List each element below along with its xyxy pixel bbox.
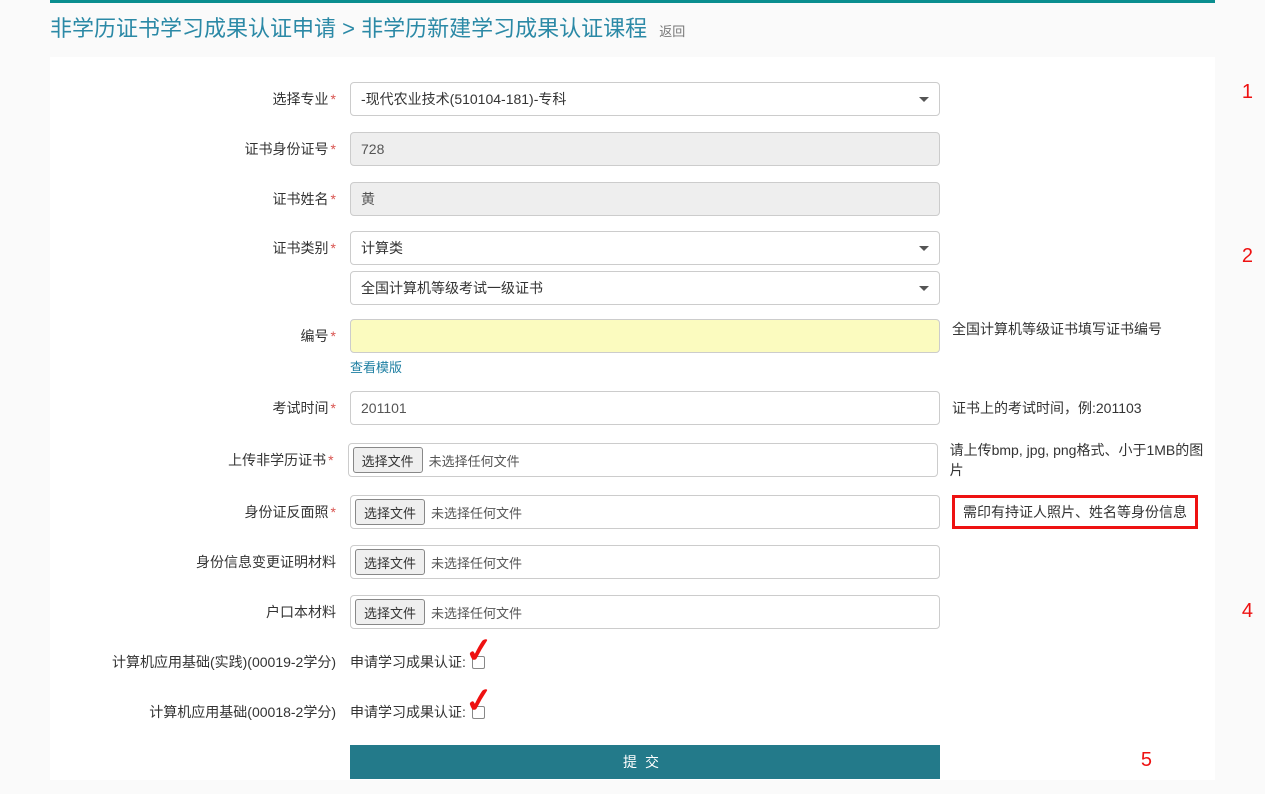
examtime-hint: 证书上的考试时间，例:201103 (952, 398, 1142, 418)
label-examtime-text: 考试时间 (273, 400, 329, 416)
label-id-back: 身份证反面照* (50, 495, 350, 529)
annotation-5: 5 (1141, 749, 1152, 772)
chevron-down-icon (919, 97, 929, 102)
label-category: 证书类别* (50, 231, 350, 265)
label-upload-cert: 上传非学历证书* (50, 443, 348, 477)
examtime-input[interactable]: 201101 (350, 391, 940, 425)
bc-part1: 非学历证书学习成果认证申请 (50, 16, 336, 41)
file-status: 未选择任何文件 (429, 451, 520, 470)
label-major-text: 选择专业 (273, 91, 329, 107)
file-status: 未选择任何文件 (431, 553, 522, 572)
name-value: 黄 (361, 189, 375, 209)
file-button[interactable]: 选择文件 (353, 447, 423, 473)
hukou-file[interactable]: 选择文件 未选择任何文件 (350, 595, 940, 629)
file-status: 未选择任何文件 (431, 603, 522, 622)
category2-value: 全国计算机等级考试一级证书 (361, 278, 543, 298)
form-card: 选择专业* -现代农业技术(510104-181)-专科 1 证书身份证号* 7… (50, 57, 1215, 780)
idnum-field: 728 (350, 132, 940, 166)
file-button[interactable]: 选择文件 (355, 599, 425, 625)
serial-hint: 全国计算机等级证书填写证书编号 (952, 319, 1162, 339)
id-back-hint-box: 需印有持证人照片、姓名等身份信息 (952, 495, 1198, 529)
file-button[interactable]: 选择文件 (355, 549, 425, 575)
annotation-4: 4 (1242, 600, 1253, 623)
annotation-1: 1 (1242, 81, 1253, 104)
bc-part2: 非学历新建学习成果认证课程 (361, 16, 647, 41)
idnum-value: 728 (361, 141, 384, 157)
major-select[interactable]: -现代农业技术(510104-181)-专科 (350, 82, 940, 116)
label-idnum-text: 证书身份证号 (245, 141, 329, 157)
req-star: * (331, 328, 336, 344)
apply-cb-label: 申请学习成果认证: (350, 702, 466, 722)
label-idnum: 证书身份证号* (50, 132, 350, 166)
course2-checkbox[interactable] (472, 706, 485, 719)
label-name: 证书姓名* (50, 182, 350, 216)
req-star: * (328, 452, 333, 468)
label-course2: 计算机应用基础(00018-2学分) (50, 695, 350, 729)
upload-cert-file[interactable]: 选择文件 未选择任何文件 (348, 443, 938, 477)
file-status: 未选择任何文件 (431, 503, 522, 522)
examtime-value: 201101 (361, 400, 407, 416)
label-category-text: 证书类别 (273, 240, 329, 256)
req-star: * (331, 91, 336, 107)
label-serial: 编号* (50, 319, 350, 353)
label-name-text: 证书姓名 (273, 191, 329, 207)
course1-checkbox[interactable] (472, 656, 485, 669)
annotation-2: 2 (1242, 245, 1253, 268)
apply-cb-label: 申请学习成果认证: (350, 652, 466, 672)
label-examtime: 考试时间* (50, 391, 350, 425)
id-back-hint: 需印有持证人照片、姓名等身份信息 (952, 495, 1198, 529)
category1-value: 计算类 (361, 238, 403, 258)
id-back-file[interactable]: 选择文件 未选择任何文件 (350, 495, 940, 529)
req-star: * (331, 141, 336, 157)
category2-select[interactable]: 全国计算机等级考试一级证书 (350, 271, 940, 305)
label-major: 选择专业* (50, 82, 350, 116)
id-change-file[interactable]: 选择文件 未选择任何文件 (350, 545, 940, 579)
serial-input[interactable] (350, 319, 940, 353)
upload-cert-hint: 请上传bmp, jpg, png格式、小于1MB的图片 (950, 440, 1215, 480)
req-star: * (331, 504, 336, 520)
label-hukou: 户口本材料 (50, 595, 350, 629)
label-id-change: 身份信息变更证明材料 (50, 545, 350, 579)
chevron-down-icon (919, 286, 929, 291)
req-star: * (331, 240, 336, 256)
breadcrumb: 非学历证书学习成果认证申请 > 非学历新建学习成果认证课程 (50, 16, 653, 41)
label-id-back-text: 身份证反面照 (245, 504, 329, 520)
label-upload-cert-text: 上传非学历证书 (228, 452, 326, 468)
template-link[interactable]: 查看模版 (350, 357, 940, 376)
category1-select[interactable]: 计算类 (350, 231, 940, 265)
file-button[interactable]: 选择文件 (355, 499, 425, 525)
major-value: -现代农业技术(510104-181)-专科 (361, 89, 566, 109)
name-field: 黄 (350, 182, 940, 216)
req-star: * (331, 400, 336, 416)
chevron-down-icon (919, 246, 929, 251)
label-course1: 计算机应用基础(实践)(00019-2学分) (50, 645, 350, 679)
req-star: * (331, 191, 336, 207)
label-serial-text: 编号 (301, 328, 329, 344)
bc-sep: > (342, 16, 355, 41)
return-link[interactable]: 返回 (659, 24, 685, 39)
